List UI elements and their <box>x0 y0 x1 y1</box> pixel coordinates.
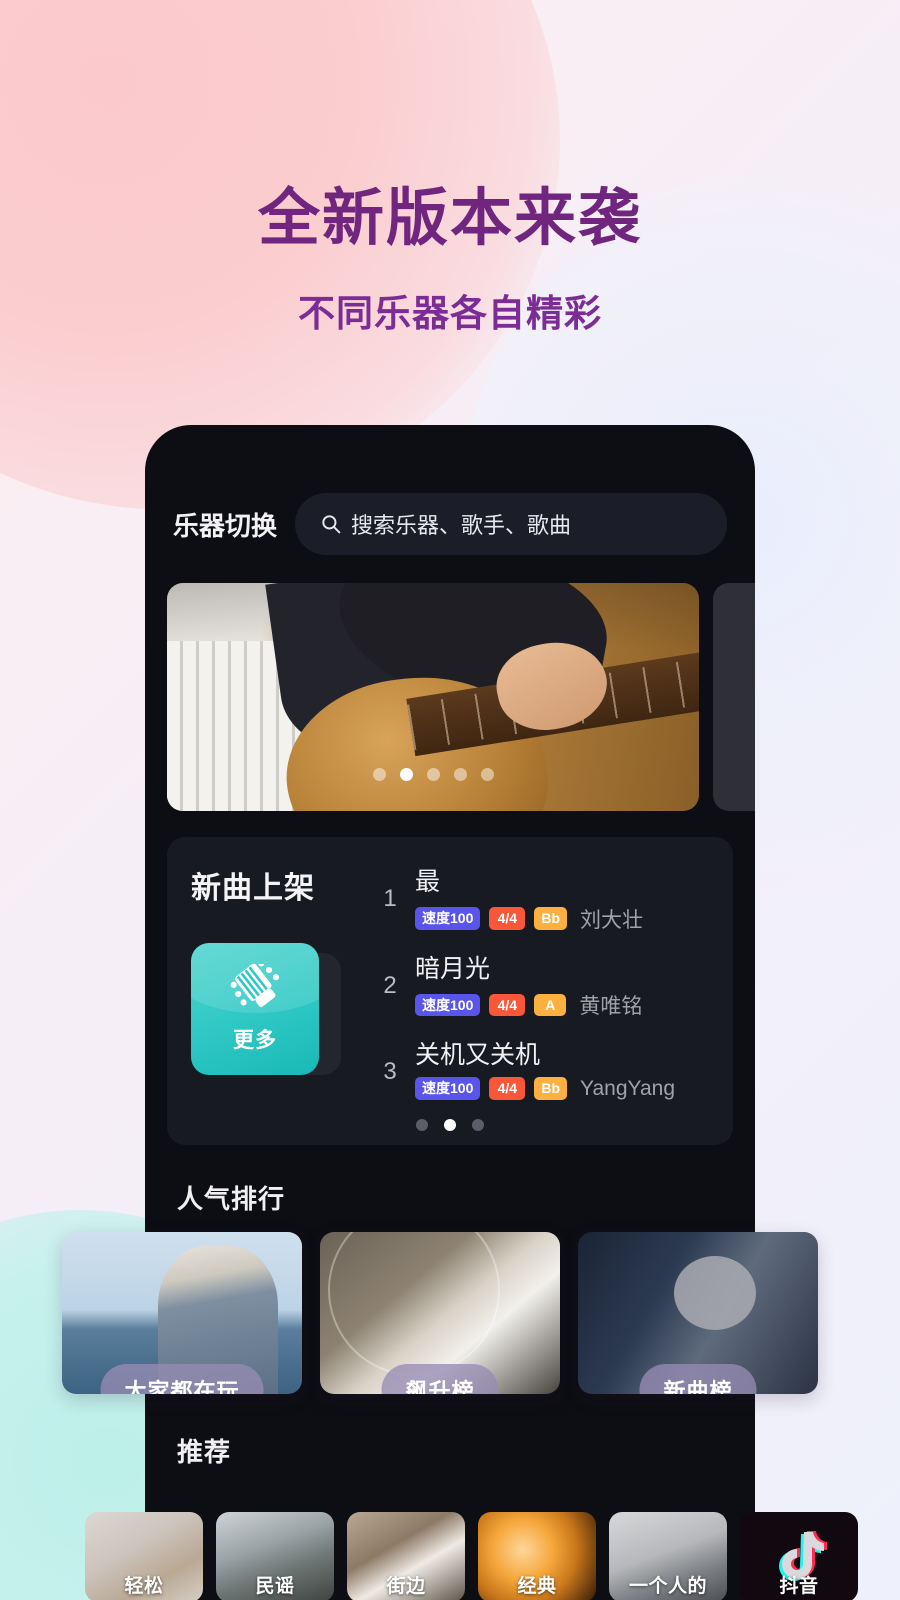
song-rank: 2 <box>383 971 397 999</box>
new-songs-list: 1 最 速度100 4/4 Bb 刘大壮 2 暗月光 速度100 4/4 A 黄… <box>379 863 707 1119</box>
song-meta: 速度100 4/4 Bb 刘大壮 <box>415 904 707 934</box>
recommend-card[interactable]: 抖音 <box>740 1512 858 1600</box>
ranking-card[interactable]: 大家都在玩 <box>62 1232 302 1394</box>
hero-carousel-dots[interactable] <box>167 768 699 781</box>
recommend-card[interactable]: 一个人的 <box>609 1512 727 1600</box>
hero-next-slide-peek[interactable] <box>713 583 755 811</box>
instrument-switch-button[interactable]: 乐器切换 <box>173 506 277 543</box>
song-title: 最 <box>415 868 441 896</box>
badge-key: Bb <box>534 1077 568 1100</box>
ranking-card-row[interactable]: 大家都在玩 飙升榜 新曲榜 <box>62 1232 852 1394</box>
recommend-card-label: 经典 <box>517 1576 557 1597</box>
recommend-card[interactable]: 民谣 <box>216 1512 334 1600</box>
ranking-card[interactable]: 新曲榜 <box>578 1232 818 1394</box>
promo-subheadline: 不同乐器各自精彩 <box>298 293 602 335</box>
recommend-card-row[interactable]: 轻松 民谣 街边 经典 一个人的 抖音 <box>85 1512 885 1600</box>
recommend-card-label: 抖音 <box>779 1576 819 1597</box>
promo-page: 全新版本来袭 不同乐器各自精彩 乐器切换 搜索乐器、歌手、歌曲 新曲上架 更多 … <box>0 0 900 1600</box>
song-rank: 1 <box>383 885 397 912</box>
recommend-card-label: 轻松 <box>124 1576 164 1597</box>
badge-key: Bb <box>534 907 568 930</box>
song-artist: 刘大壮 <box>580 908 644 932</box>
new-songs-left-column: 新曲上架 更多 <box>191 863 369 1119</box>
song-title: 暗月光 <box>415 954 491 983</box>
new-songs-title: 新曲上架 <box>191 872 315 905</box>
more-card-stack: 更多 <box>191 943 341 1075</box>
badge-meter: 4/4 <box>489 907 526 930</box>
song-list-item[interactable]: 3 关机又关机 速度100 4/4 Bb YangYang <box>379 1040 707 1101</box>
new-songs-pager-dots[interactable] <box>167 1119 733 1131</box>
carousel-dot[interactable] <box>480 768 494 781</box>
carousel-dot-active[interactable] <box>399 768 413 781</box>
recommend-card-label: 一个人的 <box>628 1576 707 1597</box>
badge-meter: 4/4 <box>489 993 526 1017</box>
song-list-item[interactable]: 2 暗月光 速度100 4/4 A 黄唯铭 <box>379 954 707 1021</box>
hero-carousel[interactable] <box>145 583 755 811</box>
ranking-card-label: 飙升榜 <box>381 1364 499 1394</box>
pager-dot-active[interactable] <box>444 1119 456 1131</box>
song-rank: 3 <box>383 1058 397 1085</box>
pager-dot[interactable] <box>472 1119 484 1131</box>
search-icon <box>321 514 341 534</box>
more-button-label: 更多 <box>233 1029 277 1052</box>
search-input[interactable]: 搜索乐器、歌手、歌曲 <box>295 493 727 555</box>
badge-speed: 速度100 <box>415 907 481 930</box>
song-list-item[interactable]: 1 最 速度100 4/4 Bb 刘大壮 <box>379 867 707 934</box>
recommend-card[interactable]: 街边 <box>347 1512 465 1600</box>
ranking-card-label: 新曲榜 <box>639 1364 757 1394</box>
recommend-card[interactable]: 轻松 <box>85 1512 203 1600</box>
song-artist: YangYang <box>580 1076 676 1100</box>
new-songs-panel: 新曲上架 更多 1 最 速度100 4/4 Bb 刘大壮 2 暗月光 速度100… <box>167 837 733 1145</box>
ranking-card-label: 大家都在玩 <box>100 1364 264 1394</box>
recommend-section-title: 推荐 <box>177 1437 232 1467</box>
song-info: 暗月光 速度100 4/4 A 黄唯铭 <box>415 954 707 1021</box>
ranking-section-title: 人气排行 <box>177 1184 286 1214</box>
promo-headline: 全新版本来袭 <box>257 184 642 253</box>
ranking-card[interactable]: 飙升榜 <box>320 1232 560 1394</box>
promo-text-block: 全新版本来袭 不同乐器各自精彩 <box>0 184 900 337</box>
badge-speed: 速度100 <box>415 1077 481 1100</box>
song-meta: 速度100 4/4 Bb YangYang <box>415 1077 707 1101</box>
carousel-dot[interactable] <box>453 768 467 781</box>
carousel-dot[interactable] <box>372 768 386 781</box>
app-header: 乐器切换 搜索乐器、歌手、歌曲 <box>145 425 755 555</box>
pager-dot[interactable] <box>416 1119 428 1131</box>
song-info: 最 速度100 4/4 Bb 刘大壮 <box>415 867 707 934</box>
song-meta: 速度100 4/4 A 黄唯铭 <box>415 990 707 1020</box>
more-button[interactable]: 更多 <box>191 943 319 1075</box>
recommend-card-label: 街边 <box>386 1576 426 1597</box>
phone-mockup: 乐器切换 搜索乐器、歌手、歌曲 新曲上架 更多 1 最 速度100 4/4 Bb… <box>145 425 755 1600</box>
guitar-headstock-icon <box>224 960 286 1018</box>
song-title: 关机又关机 <box>415 1041 541 1069</box>
badge-key: A <box>534 993 567 1017</box>
recommend-card[interactable]: 经典 <box>478 1512 596 1600</box>
recommend-card-label: 民谣 <box>255 1576 295 1597</box>
song-artist: 黄唯铭 <box>579 995 643 1018</box>
badge-meter: 4/4 <box>489 1077 526 1100</box>
badge-speed: 速度100 <box>415 993 481 1017</box>
song-info: 关机又关机 速度100 4/4 Bb YangYang <box>415 1040 707 1101</box>
search-placeholder-text: 搜索乐器、歌手、歌曲 <box>351 513 572 538</box>
carousel-dot[interactable] <box>426 768 440 781</box>
